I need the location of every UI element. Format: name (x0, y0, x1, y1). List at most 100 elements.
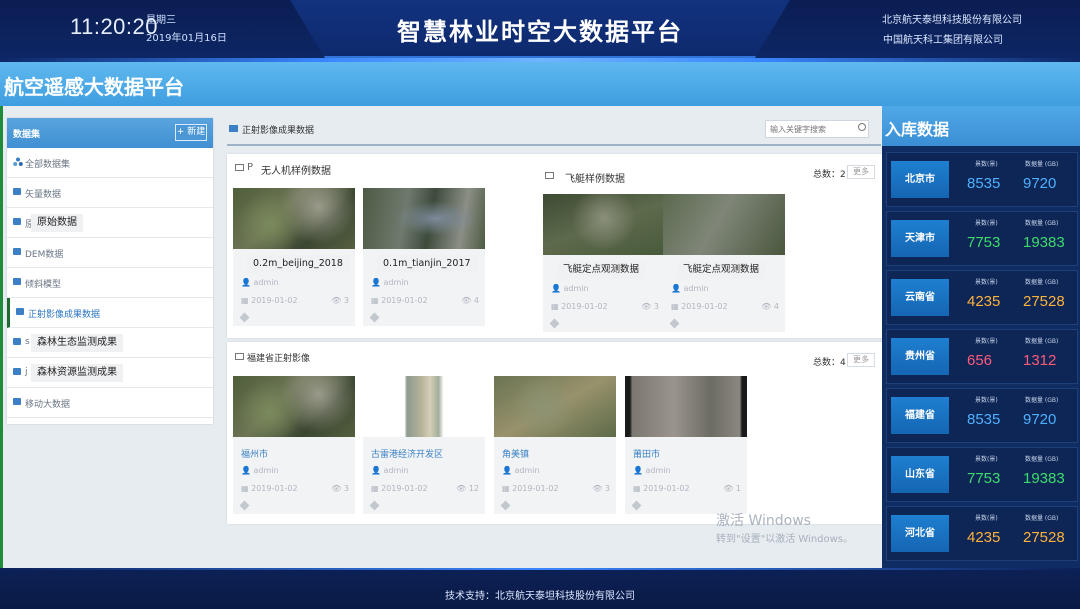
card-title[interactable]: 古雷港经济开发区 (371, 447, 443, 460)
province-button[interactable]: 贵州省 (891, 338, 949, 375)
data-card[interactable]: 古雷港经济开发区 👤 admin ▦ 2019-01-02 👁 12 (363, 376, 485, 514)
author-name: admin (253, 466, 279, 475)
sidebar-item-label: 矢量数据 (25, 190, 62, 200)
data-card[interactable]: 福州市 👤 admin ▦ 2019-01-02 👁 3 (233, 376, 355, 514)
more-button[interactable]: 更多 (847, 353, 875, 367)
image-icon (235, 164, 244, 171)
image-icon (545, 172, 554, 179)
total-count: 总数：2 (813, 167, 846, 180)
sidebar-item-label: DEM数据 (25, 250, 64, 260)
date-value: 2019-01-02 (381, 484, 428, 493)
group-title-fujian: 福建省正射影像 (247, 354, 311, 364)
card-date: ▦ 2019-01-02 (502, 484, 559, 493)
card-author: 👤 admin (241, 466, 279, 475)
card-views: 👁 4 (461, 296, 479, 305)
author-name: admin (514, 466, 540, 475)
size-value: 19383 (1023, 470, 1065, 487)
count-label: 景数(景) (975, 515, 998, 522)
card-title[interactable]: 莆田市 (633, 447, 660, 460)
card-title[interactable]: 角美镇 (502, 447, 529, 460)
data-card[interactable]: 角美镇 👤 admin ▦ 2019-01-02 👁 3 (494, 376, 616, 514)
view-count: 3 (604, 484, 610, 493)
card-author: 👤 admin (241, 278, 279, 287)
card-views: 👁 3 (331, 296, 349, 305)
card-title[interactable]: 飞艇定点观测数据 (677, 261, 766, 279)
card-thumbnail[interactable] (363, 188, 485, 249)
total-value: 4 (840, 358, 846, 368)
count-value: 8535 (967, 175, 1001, 192)
keyword-search-input[interactable] (765, 120, 869, 138)
province-button[interactable]: 天津市 (891, 220, 949, 257)
stat-row: 山东省 景数(景) 数据量 (GB) 7753 19383 (886, 447, 1078, 502)
group-title-uav: 无人机样例数据 (261, 166, 331, 177)
card-views: 👁 1 (723, 484, 741, 493)
tag-icon (239, 312, 250, 323)
sidebar-item-forest-resources[interactable]: j 森林资源监测成果 (7, 358, 213, 388)
size-value: 27528 (1023, 293, 1065, 310)
sidebar-item-all-datasets[interactable]: 全部数据集 (7, 148, 213, 178)
new-dataset-button[interactable]: + 新建 (175, 124, 207, 141)
sidebar-item-vector[interactable]: 矢量数据 (7, 178, 213, 208)
card-thumbnail[interactable] (233, 188, 355, 249)
card-title[interactable]: 飞艇定点观测数据 (557, 261, 646, 279)
sidebar-item-dem[interactable]: DEM数据 (7, 238, 213, 268)
card-author: 👤 admin (671, 284, 709, 293)
storage-stats-panel: 入库数据 北京市 景数(景) 数据量 (GB) 8535 9720 天津市 景数(景) 数据量… (882, 106, 1080, 568)
card-title[interactable]: 福州市 (241, 447, 268, 460)
card-thumbnail[interactable] (543, 194, 665, 255)
data-card[interactable]: 飞艇定点观测数据 👤 admin ▦ 2019-01-02 👁 3 (543, 194, 665, 332)
card-author: 👤 admin (502, 466, 540, 475)
card-thumbnail[interactable] (233, 376, 355, 437)
card-views: 👁 4 (761, 302, 779, 311)
folder-icon (13, 248, 21, 255)
sidebar-item-overlay: 森林生态监测成果 (31, 334, 123, 352)
author-name: admin (563, 284, 589, 293)
card-title[interactable]: 0.2m_beijing_2018 (247, 255, 349, 273)
card-views: 👁 3 (641, 302, 659, 311)
province-button[interactable]: 北京市 (891, 161, 949, 198)
footer: 技术支持：北京航天泰坦科技股份有限公司 (0, 568, 1080, 609)
data-card[interactable]: 0.2m_beijing_2018 👤 admin ▦ 2019-01-02 👁… (233, 188, 355, 326)
sidebar-item-mobile-bigdata[interactable]: 移动大数据 (7, 388, 213, 418)
workspace: 数据集 + 新建 全部数据集 矢量数据 原 原始数据 DEM数据 倾斜模型 正射… (0, 106, 883, 568)
province-button[interactable]: 福建省 (891, 397, 949, 434)
clock-time: 11:20:20 (70, 14, 159, 39)
sidebar-item-forest-ecology[interactable]: s 森林生态监测成果 (7, 328, 213, 358)
author-name: admin (645, 466, 671, 475)
data-card[interactable]: 莆田市 👤 admin ▦ 2019-01-02 👁 1 (625, 376, 747, 514)
size-label: 数据量 (GB) (1025, 161, 1059, 168)
sidebar-item-raw-data[interactable]: 原 原始数据 (7, 208, 213, 238)
count-label: 景数(景) (975, 456, 998, 463)
data-card[interactable]: 0.1m_tianjin_2017 👤 admin ▦ 2019-01-02 👁… (363, 188, 485, 326)
date-value: 2019-01-02 (251, 296, 298, 305)
card-thumbnail[interactable] (494, 376, 616, 437)
province-button[interactable]: 山东省 (891, 456, 949, 493)
card-thumbnail[interactable] (625, 376, 747, 437)
folder-icon (13, 188, 21, 195)
weekday: 星期三 (146, 15, 176, 26)
activation-watermark-hint: 转到"设置"以激活 Windows。 (716, 534, 854, 545)
stat-row: 天津市 景数(景) 数据量 (GB) 7753 19383 (886, 211, 1078, 266)
date-value: 2019-01-02 (251, 484, 298, 493)
sidebar-item-oblique-model[interactable]: 倾斜模型 (7, 268, 213, 298)
count-label: 景数(景) (975, 161, 998, 168)
size-value: 1312 (1023, 352, 1057, 369)
folder-open-icon (229, 125, 238, 132)
province-button[interactable]: 云南省 (891, 279, 949, 316)
footer-glow-line (0, 568, 1080, 570)
sidebar-item-label: 正射影像成果数据 (28, 310, 101, 320)
size-value: 9720 (1023, 175, 1057, 192)
count-value: 7753 (967, 234, 1001, 251)
province-button[interactable]: 河北省 (891, 515, 949, 552)
data-card[interactable]: 飞艇定点观测数据 👤 admin ▦ 2019-01-02 👁 4 (663, 194, 785, 332)
sample-data-panel: P 无人机样例数据 飞艇样例数据 总数：2 更多 0.2m_beijing_20… (227, 154, 883, 338)
search-icon[interactable] (858, 123, 866, 131)
size-label: 数据量 (GB) (1025, 397, 1059, 404)
card-thumbnail[interactable] (663, 194, 785, 255)
sidebar-item-ortho-image[interactable]: 正射影像成果数据 (7, 298, 213, 328)
card-title[interactable]: 0.1m_tianjin_2017 (377, 255, 477, 273)
stats-title: 入库数据 (885, 120, 950, 139)
more-button[interactable]: 更多 (847, 165, 875, 179)
card-thumbnail[interactable] (363, 376, 485, 437)
tag-icon (369, 312, 380, 323)
